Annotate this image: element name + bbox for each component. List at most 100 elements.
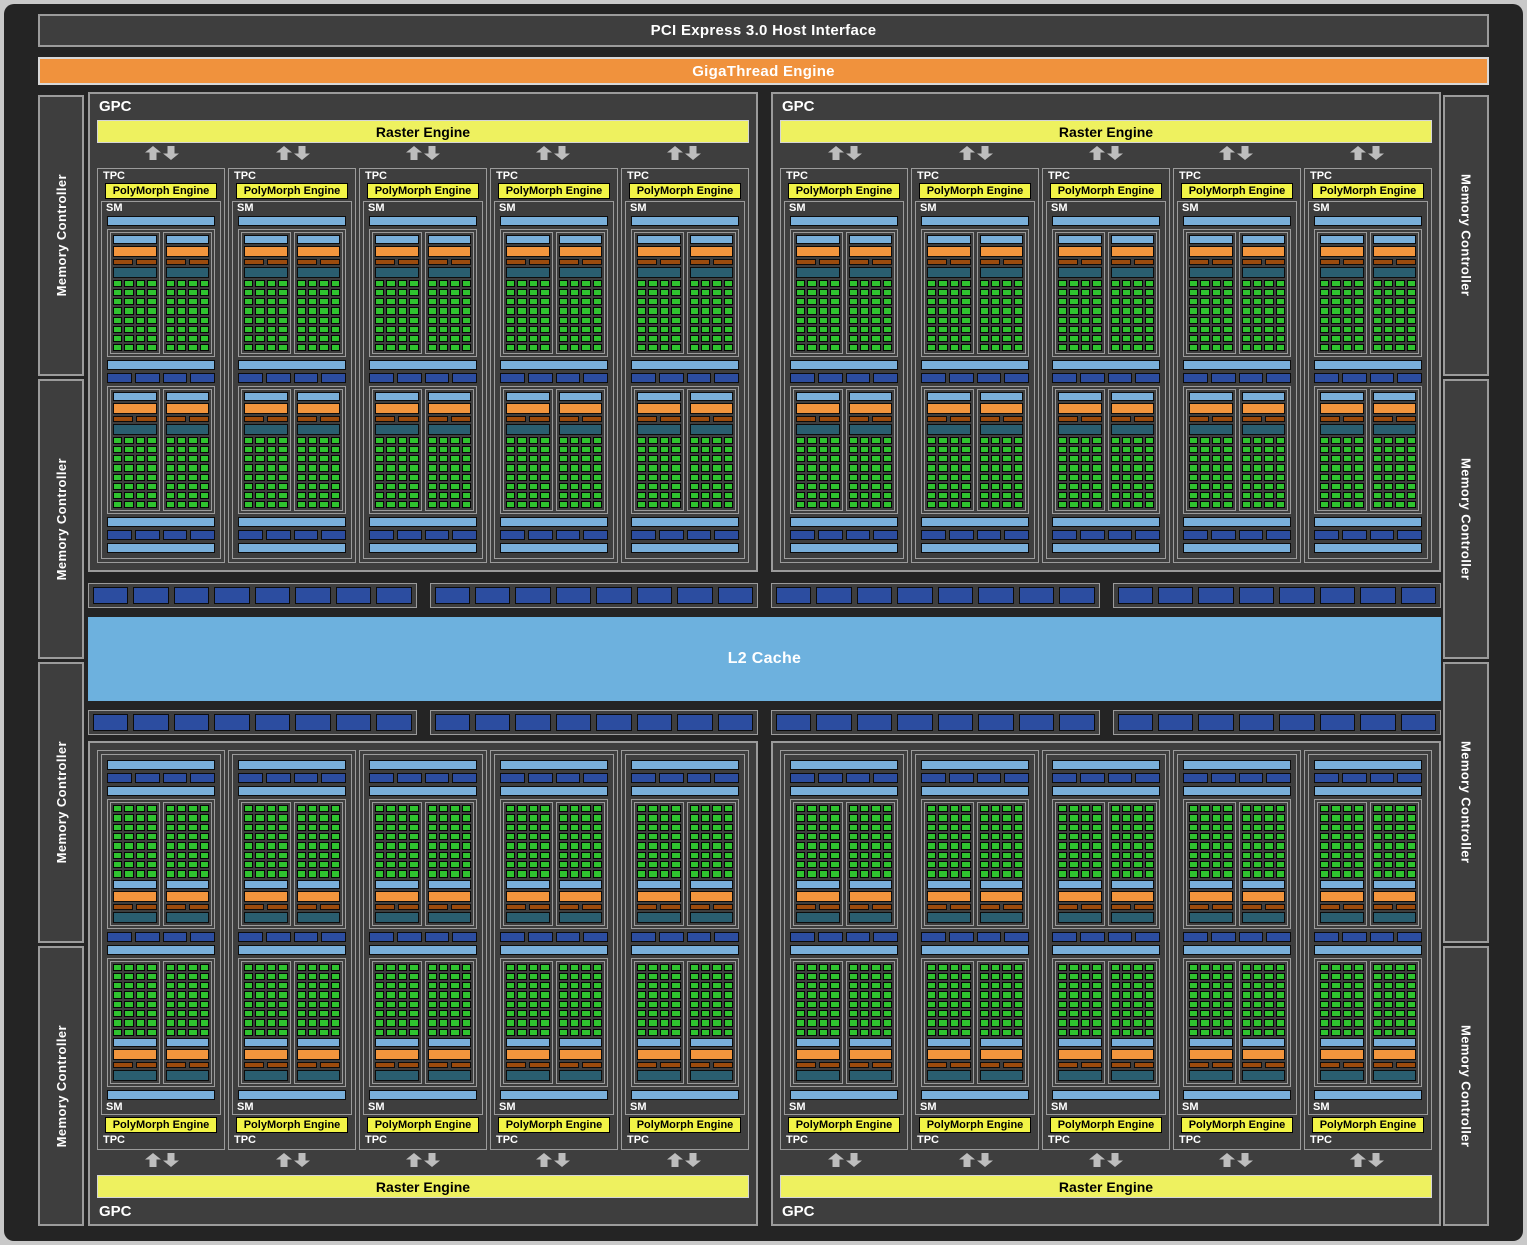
cuda-core: [671, 474, 680, 481]
cache-bar: [238, 543, 346, 553]
dispatch-units-row: [375, 259, 419, 265]
warp-scheduler-bar: [428, 1038, 472, 1047]
cuda-core: [559, 1019, 568, 1026]
warp-scheduler-bar: [1320, 392, 1364, 401]
dispatch-unit-bar: [297, 416, 317, 422]
cuda-core: [1331, 982, 1340, 989]
sm-sub-column: [1055, 961, 1105, 1085]
cuda-core-grid: [1242, 280, 1286, 351]
cuda-core: [1145, 455, 1154, 462]
cuda-core: [830, 870, 839, 877]
cuda-core: [308, 805, 317, 812]
cuda-core: [177, 344, 186, 351]
sm-label: SM: [495, 1101, 613, 1114]
cuda-core: [331, 492, 340, 499]
cuda-core: [166, 982, 175, 989]
warp-scheduler-bar: [166, 1038, 210, 1047]
cuda-core: [450, 289, 459, 296]
cuda-core: [1320, 973, 1329, 980]
cuda-core: [1276, 870, 1285, 877]
cuda-core: [124, 317, 133, 324]
texture-unit: [1239, 773, 1264, 783]
dispatch-bar: [690, 246, 734, 257]
cuda-core: [1212, 289, 1221, 296]
crossbar-segment: [1279, 587, 1314, 604]
texture-unit: [1135, 932, 1160, 942]
cuda-core: [690, 455, 699, 462]
texture-unit: [556, 373, 581, 383]
crossbar-segment: [1118, 714, 1153, 731]
tpc-label: TPC: [491, 1133, 617, 1149]
cuda-core: [883, 814, 892, 821]
cuda-core: [648, 964, 657, 971]
cuda-core: [1189, 852, 1198, 859]
dispatch-unit-bar: [1343, 1062, 1363, 1068]
cuda-core-grid: [980, 437, 1024, 508]
cuda-core: [1081, 483, 1090, 490]
cuda-core: [961, 852, 970, 859]
cuda-core: [883, 973, 892, 980]
cuda-core: [462, 824, 471, 831]
cuda-core: [1384, 344, 1393, 351]
warp-scheduler-bar: [1373, 1038, 1417, 1047]
register-file-bar: [796, 267, 840, 278]
warp-scheduler-bar: [1320, 1038, 1364, 1047]
dispatch-units-row: [637, 904, 681, 910]
cuda-core: [1343, 483, 1352, 490]
texture-unit: [528, 773, 553, 783]
dispatch-unit-bar: [244, 904, 264, 910]
crossbar-segment: [475, 714, 510, 731]
cuda-core: [1133, 307, 1142, 314]
sm-content: [1309, 215, 1427, 558]
cuda-core: [961, 437, 970, 444]
cuda-core: [1223, 833, 1232, 840]
cuda-core: [701, 317, 710, 324]
cuda-core: [1058, 870, 1067, 877]
cuda-core: [462, 1029, 471, 1036]
cuda-core: [980, 289, 989, 296]
cuda-core: [1200, 991, 1209, 998]
dispatch-unit-bar: [244, 1062, 264, 1068]
cuda-core: [398, 842, 407, 849]
dispatch-unit-bar: [690, 1062, 710, 1068]
sm-sub-column: [977, 802, 1027, 926]
cuda-core: [1373, 289, 1382, 296]
cuda-core: [166, 307, 175, 314]
cuda-core: [124, 280, 133, 287]
dispatch-units-row: [166, 259, 210, 265]
cuda-core: [439, 344, 448, 351]
cuda-core: [927, 326, 936, 333]
cuda-core: [950, 326, 959, 333]
cuda-core: [188, 317, 197, 324]
cuda-core: [113, 1001, 122, 1008]
cuda-core: [255, 317, 264, 324]
sm-sub-column: [846, 802, 896, 926]
cuda-core: [1384, 852, 1393, 859]
cuda-core: [860, 298, 869, 305]
cuda-core: [1395, 1019, 1404, 1026]
cuda-core-grid: [1189, 805, 1233, 878]
dispatch-bar: [113, 403, 157, 414]
cuda-core: [724, 805, 733, 812]
cuda-core: [849, 455, 858, 462]
cuda-core: [1014, 317, 1023, 324]
cuda-core: [796, 814, 805, 821]
cuda-core: [375, 289, 384, 296]
tpc-label: TPC: [98, 169, 224, 183]
cuda-core: [581, 483, 590, 490]
sm-label: SM: [1309, 1101, 1427, 1114]
dispatch-units-row: [375, 416, 419, 422]
cuda-core: [830, 307, 839, 314]
cuda-core: [807, 464, 816, 471]
cuda-core: [1331, 437, 1340, 444]
texture-unit: [790, 773, 815, 783]
texture-unit: [190, 530, 215, 540]
cuda-core: [1276, 437, 1285, 444]
cuda-core: [255, 833, 264, 840]
cuda-core: [319, 991, 328, 998]
cuda-core: [267, 991, 276, 998]
cuda-core-grid: [166, 437, 210, 508]
cuda-core: [177, 842, 186, 849]
cuda-core: [1373, 861, 1382, 868]
cuda-core: [1242, 289, 1251, 296]
